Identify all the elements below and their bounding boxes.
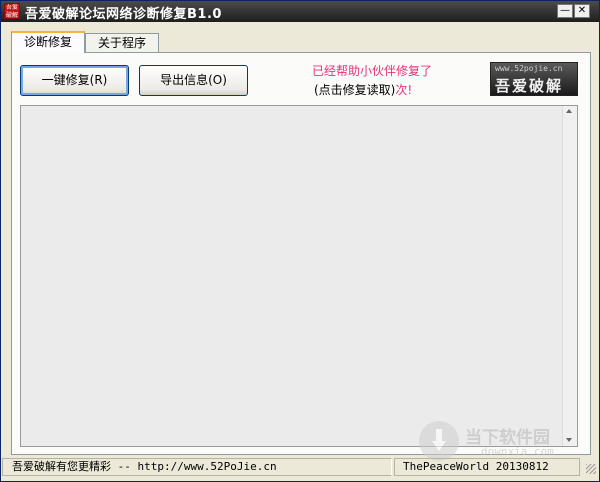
app-icon: 吾爱破解 xyxy=(4,3,20,19)
status-slogan: 吾爱破解有您更精彩 -- http://www.52PoJie.cn xyxy=(2,458,392,476)
resize-grip-icon[interactable] xyxy=(586,464,596,474)
tab-diagnose-repair[interactable]: 诊断修复 xyxy=(11,31,85,53)
logo-text: 吾爱破解 xyxy=(495,77,564,95)
site-logo: www.52pojie.cn 吾爱破解 xyxy=(490,62,578,96)
status-bar: 吾爱破解有您更精彩 -- http://www.52PoJie.cn ThePe… xyxy=(2,458,598,478)
repair-count-message: 已经帮助小伙伴修复了 xyxy=(312,64,433,78)
repair-count-line: (点击修复读取)次! xyxy=(314,81,412,98)
title-bar[interactable]: 吾爱破解 吾爱破解论坛网络诊断修复B1.0 — ✕ xyxy=(1,1,599,22)
downxia-watermark: 当下软件园 downxia.com xyxy=(419,421,579,463)
close-button[interactable]: ✕ xyxy=(574,4,590,18)
log-output-area[interactable] xyxy=(20,105,578,447)
minimize-button[interactable]: — xyxy=(557,4,573,18)
repair-count-hint: (点击修复读取) xyxy=(314,83,396,97)
download-circle-icon xyxy=(419,421,459,461)
watermark-subtitle: downxia.com xyxy=(481,445,554,458)
one-click-repair-button[interactable]: 一键修复(R) xyxy=(20,65,129,96)
scroll-up-icon[interactable] xyxy=(566,109,572,113)
download-arrow-icon xyxy=(432,429,446,451)
main-window: 吾爱破解 吾爱破解论坛网络诊断修复B1.0 — ✕ 诊断修复 关于程序 一键修复… xyxy=(0,0,600,482)
status-author-version: ThePeaceWorld 20130812 xyxy=(394,458,580,476)
repair-count-suffix: 次! xyxy=(395,83,413,97)
vertical-scrollbar[interactable] xyxy=(562,106,577,446)
window-title: 吾爱破解论坛网络诊断修复B1.0 xyxy=(25,7,222,22)
logo-url: www.52pojie.cn xyxy=(495,64,563,73)
export-info-button[interactable]: 导出信息(O) xyxy=(139,65,248,96)
tab-about[interactable]: 关于程序 xyxy=(85,33,159,53)
tab-panel: 一键修复(R) 导出信息(O) 已经帮助小伙伴修复了 (点击修复读取)次! ww… xyxy=(11,52,591,455)
